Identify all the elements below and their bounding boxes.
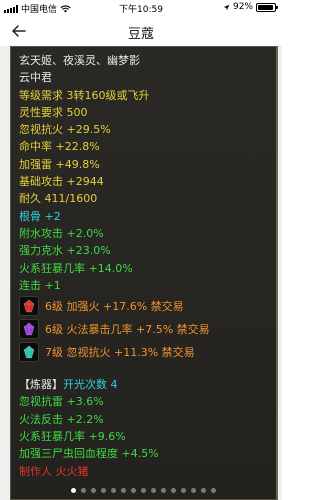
pagination-dot[interactable] [141,488,146,493]
gem-text: 6级 火法暴击几率 +7.5% 禁交易 [45,323,210,337]
attribute-line: 灵性要求 500 [19,105,88,119]
attribute-line: 根骨 +2 [19,209,61,223]
pagination-dot[interactable] [101,488,106,493]
refine-value: 开光次数 4 [63,378,118,392]
pagination-dot[interactable] [151,488,156,493]
gem-text: 7级 忽视抗火 +11.3% 禁交易 [45,346,195,360]
attribute-line: 火系狂暴几率 +14.0% [19,261,133,275]
gem-row: 7级 忽视抗火 +11.3% 禁交易 [19,341,270,363]
refine-header: 【炼器】开光次数 4 [19,376,270,393]
pagination-dot[interactable] [211,488,216,493]
gem-text: 6级 加强火 +17.6% 禁交易 [45,300,184,314]
location-icon [223,4,230,10]
gem-list: 6级 加强火 +17.6% 禁交易 6级 火法暴击几率 +7.5% 禁交易 7级 忽… [19,295,270,363]
content-area[interactable]: 玄天姬、夜溪灵、幽梦影 云中君等级需求 3转160级或飞升 灵性要求 500 忽视抗火… [0,46,282,500]
red-gem-icon [19,296,39,317]
battery-level [258,4,273,10]
attribute-line: 等级需求 3转160级或飞升 [19,88,150,102]
attribute-line: 耐久 411/1600 [19,192,98,206]
attribute-line: 云中君 [19,71,52,85]
item-attributes: 玄天姬、夜溪灵、幽梦影 云中君等级需求 3转160级或飞升 灵性要求 500 忽视抗火… [19,52,270,480]
purple-gem-icon [19,319,39,340]
item-tooltip-panel: 玄天姬、夜溪灵、幽梦影 云中君等级需求 3转160级或飞升 灵性要求 500 忽视抗火… [10,46,278,500]
attribute-list: 玄天姬、夜溪灵、幽梦影 云中君等级需求 3转160级或飞升 灵性要求 500 忽视抗火… [19,52,270,294]
pagination-dot[interactable] [91,488,96,493]
attribute-line: 玄天姬、夜溪灵、幽梦影 [19,54,140,67]
attribute-line: 连击 +1 [19,278,61,292]
pagination-dot[interactable] [111,488,116,493]
teal-gem-icon [19,342,39,363]
pagination-dot[interactable] [191,488,196,493]
attribute-line: 命中率 +22.8% [19,140,100,154]
attribute-line: 强力克水 +23.0% [19,244,111,258]
pagination-dot[interactable] [171,488,176,493]
gem-row: 6级 加强火 +17.6% 禁交易 [19,295,270,317]
nav-bar: 豆蔻 [0,14,282,48]
attribute-line: 忽视抗火 +29.5% [19,123,111,137]
pagination-dot[interactable] [131,488,136,493]
pagination-dot[interactable] [71,488,76,493]
attribute-line: 基础攻击 +2944 [19,175,104,189]
pagination-dot[interactable] [201,488,206,493]
gem-row: 6级 火法暴击几率 +7.5% 禁交易 [19,318,270,340]
refine-list: 忽视抗雷 +3.6% 火法反击 +2.2% 火系狂暴几率 +9.6% 加强三尸虫回血程… [19,393,270,462]
pagination-dots [11,488,276,493]
status-right: 92% [223,2,278,12]
refine-line: 加强三尸虫回血程度 +4.5% [19,447,159,461]
battery-icon [256,2,278,12]
refine-line: 火系狂暴几率 +9.6% [19,430,126,444]
page-title: 豆蔻 [127,27,154,42]
refine-line: 火法反击 +2.2% [19,412,104,426]
status-bar: 中国电信 下午10:59 92% [0,0,282,15]
pagination-dot[interactable] [181,488,186,493]
refine-line: 忽视抗雷 +3.6% [19,395,104,409]
refine-label: 【炼器】 [19,378,63,392]
pagination-dot[interactable] [81,488,86,493]
battery-percent: 92% [232,2,253,12]
pagination-dot[interactable] [161,488,166,493]
maker-label: 制作人 火火猪 [19,464,89,478]
attribute-line: 加强雷 +49.8% [19,157,100,171]
attribute-line: 附水攻击 +2.0% [19,226,104,240]
pagination-dot[interactable] [121,488,126,493]
